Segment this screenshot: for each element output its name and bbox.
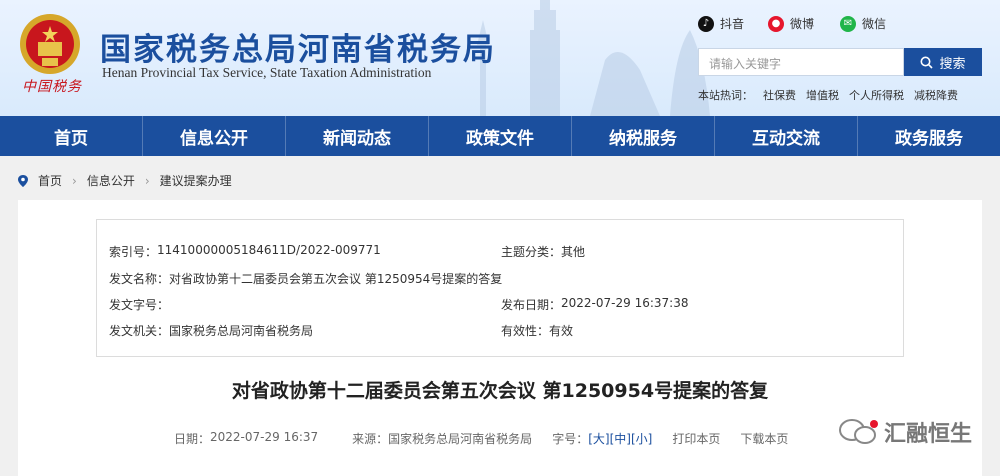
search-button-label: 搜索 [939,56,966,72]
douyin-label: 抖音 [720,17,745,31]
meta-index: 索引号： 11410000005184611D/2022-009771 [109,243,381,259]
site-subtitle: Henan Provincial Tax Service, State Taxa… [102,65,432,80]
font-size-small-button[interactable]: [小] [631,430,652,447]
chevron-right-icon: › [144,173,150,188]
hot-word[interactable]: 增值税 [806,87,839,103]
document-metadata-table: 索引号： 11410000005184611D/2022-009771 主题分类：… [96,219,904,357]
hot-words-label: 本站热词： [698,89,753,102]
breadcrumb-current[interactable]: 建议提案办理 [160,172,232,189]
weibo-label: 微博 [790,17,815,31]
article-title: 对省政协第十二届委员会第五次会议 第1250954号提案的答复 [231,380,769,402]
tax-mark-logo: 中国税务 [22,79,82,95]
meta-name: 发文名称： 对省政协第十二届委员会第五次会议 第1250954号提案的答复 [109,272,503,286]
hot-words: 本站热词： 社保费 增值税 个人所得税 减税降费 [698,87,958,103]
meta-org: 发文机关： 国家税务总局河南省税务局 [109,324,314,338]
hot-word[interactable]: 个人所得税 [849,87,904,103]
wechat-label: 微信 [862,17,887,31]
content-panel: 索引号： 11410000005184611D/2022-009771 主题分类：… [18,200,982,476]
font-size-large-button[interactable]: [大] [588,430,609,447]
hot-word[interactable]: 减税降费 [914,87,958,103]
location-pin-icon [18,174,28,187]
chevron-right-icon: › [72,173,77,188]
city-skyline-illustration [477,0,710,116]
article-source: 国家税务总局河南省税务局 [388,432,533,446]
nav-item-tax-service[interactable]: 纳税服务 [572,116,715,156]
search-icon [920,56,934,69]
download-page-button[interactable]: 下载本页 [740,430,788,447]
article-source-label: 来源： [352,432,389,446]
wechat-icon: ✉ [840,15,856,32]
breadcrumb-info-disclosure[interactable]: 信息公开 [87,172,135,189]
nav-item-home[interactable]: 首页 [0,116,143,156]
nav-item-policy[interactable]: 政策文件 [429,116,572,156]
font-size-medium-button[interactable]: [中] [610,430,631,447]
wechat-link[interactable]: ✉ 微信 [840,15,886,32]
search-input[interactable]: 请输入关键字 [698,48,904,76]
print-page-button[interactable]: 打印本页 [672,430,720,447]
breadcrumb: 首页 › 信息公开 › 建议提案办理 [18,172,232,189]
nav-item-gov-service[interactable]: 政务服务 [858,116,1000,156]
font-size-label: 字号： [552,432,589,446]
meta-doc-no: 发文字号： [109,298,170,312]
nav-item-news[interactable]: 新闻动态 [286,116,429,156]
main-nav: 首页 信息公开 新闻动态 政策文件 纳税服务 互动交流 政务服务 [0,116,1000,156]
meta-date: 发布日期： 2022-07-29 16:37:38 [501,296,689,312]
douyin-icon: ♪ [698,15,714,32]
douyin-link[interactable]: ♪ 抖音 [698,15,744,32]
article-date: 2022-07-29 16:37 [210,430,319,444]
article-info-bar: 日期： 2022-07-29 16:37 来源： 国家税务总局河南省税务局 字号… [174,430,788,447]
site-header: 中国税务 国家税务总局河南省税务局 Henan Provincial Tax S… [0,0,1000,116]
national-emblem-icon [20,14,80,74]
wechat-watermark-icon [839,419,878,444]
weibo-icon: ● [768,15,784,32]
watermark: 汇融恒生 [838,416,972,448]
site-title[interactable]: 国家税务总局河南省税务局 [100,24,496,69]
meta-validity: 有效性： 有效 [501,324,574,338]
nav-item-interaction[interactable]: 互动交流 [715,116,858,156]
hot-word[interactable]: 社保费 [763,87,796,103]
search-button[interactable]: 搜索 [904,48,982,76]
weibo-link[interactable]: ● 微博 [768,15,814,32]
watermark-text: 汇融恒生 [884,422,973,447]
nav-item-info-disclosure[interactable]: 信息公开 [143,116,286,156]
article-date-label: 日期： [174,432,211,446]
meta-topic: 主题分类： 其他 [501,245,586,259]
breadcrumb-home[interactable]: 首页 [38,172,62,189]
